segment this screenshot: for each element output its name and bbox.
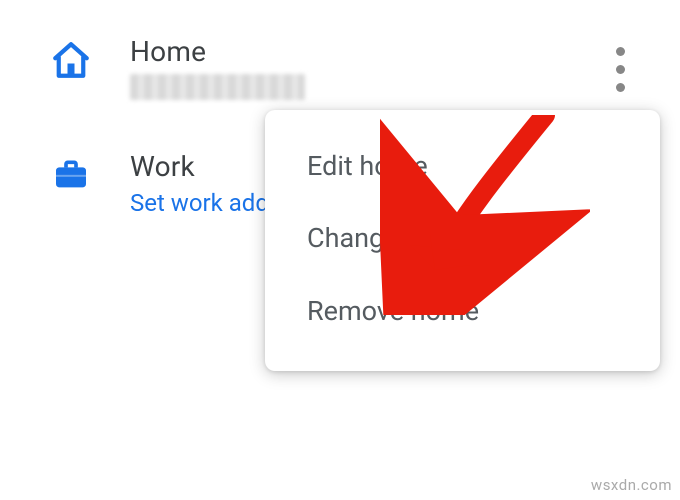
briefcase-icon	[50, 150, 100, 194]
place-address-redacted	[130, 74, 305, 100]
menu-item-remove-home[interactable]: Remove home	[265, 275, 660, 353]
context-menu: Edit home Change icon Remove home	[265, 110, 660, 371]
home-icon	[50, 35, 100, 81]
menu-item-change-icon[interactable]: Change icon	[265, 202, 660, 274]
watermark: wsxdn.com	[591, 476, 672, 494]
menu-item-edit-home[interactable]: Edit home	[265, 140, 660, 202]
place-row-home[interactable]: Home	[10, 35, 670, 100]
more-options-button[interactable]	[600, 45, 640, 93]
place-title: Home	[130, 35, 670, 68]
